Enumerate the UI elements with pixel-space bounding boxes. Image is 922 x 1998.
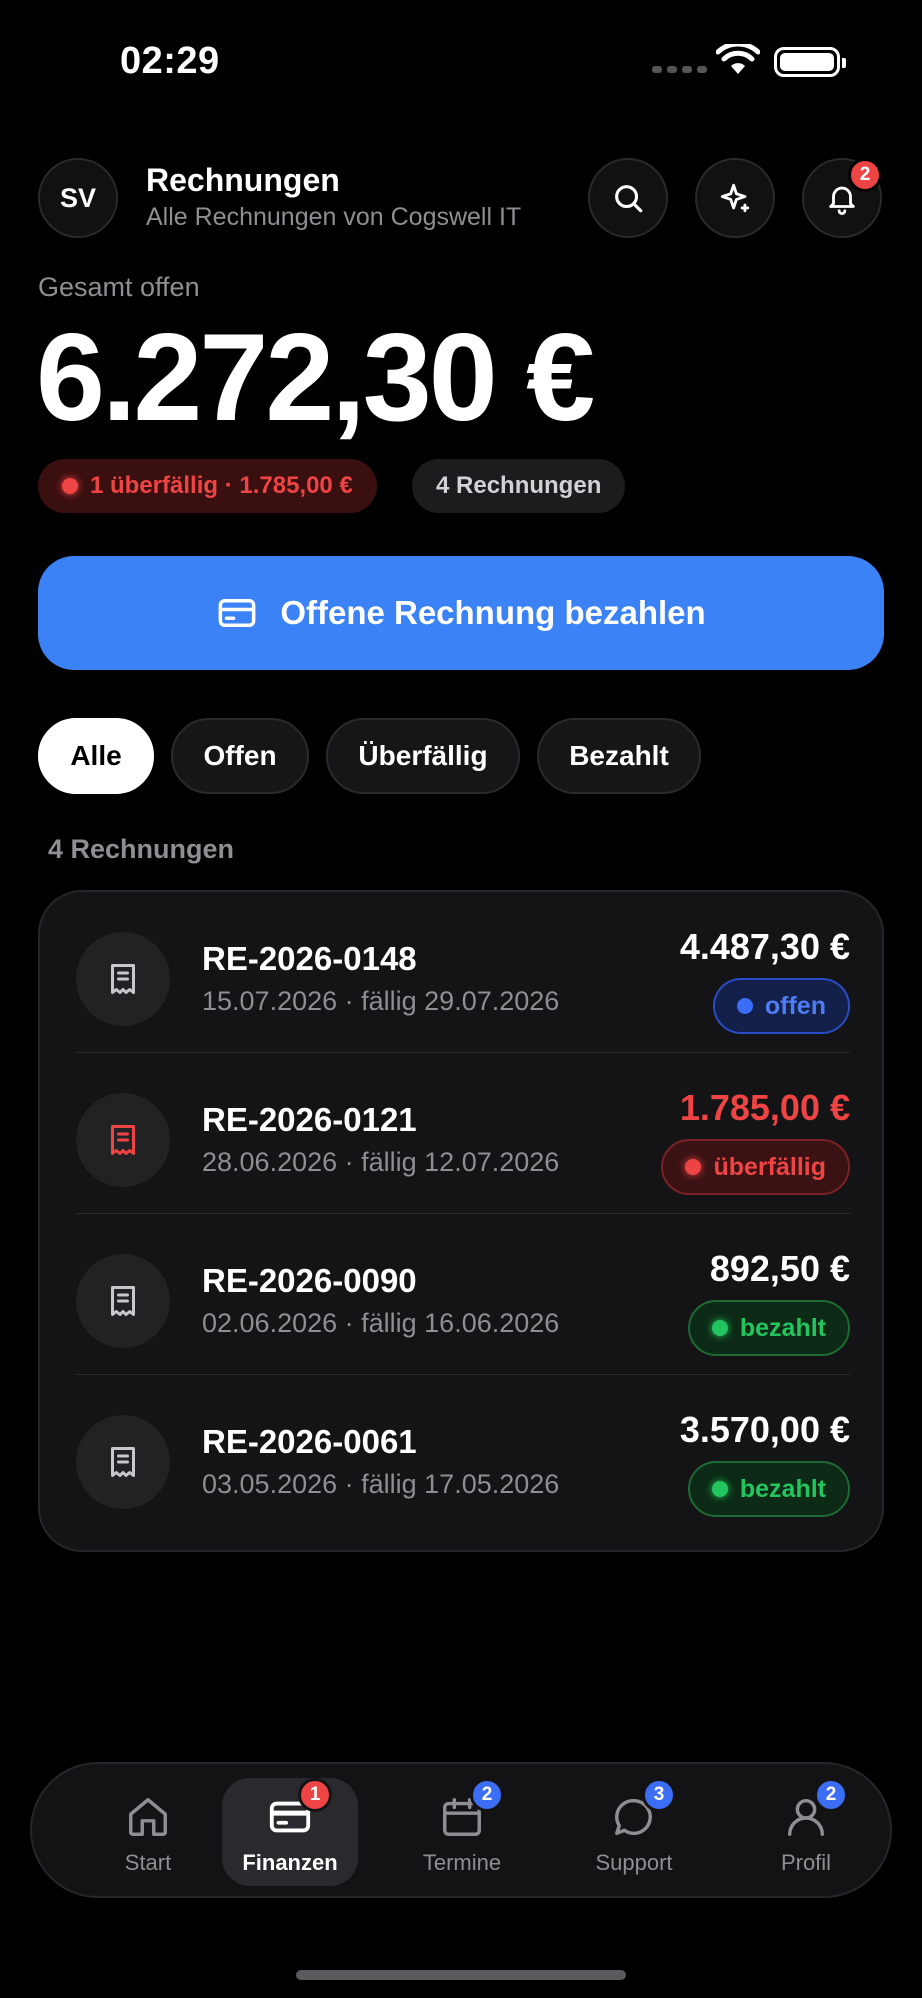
tab-finanzen[interactable]: Finanzen 1 (222, 1778, 358, 1886)
status-badge: offen (712, 978, 850, 1034)
battery-icon (774, 47, 846, 77)
status-bar: 02:29 (0, 0, 922, 120)
tab-label: Profil (780, 1850, 832, 1875)
tab-badge: 2 (470, 1778, 504, 1812)
home-indicator[interactable] (296, 1970, 626, 1980)
filter-paid[interactable]: Bezahlt (537, 718, 701, 794)
tab-start[interactable]: Start (80, 1778, 216, 1886)
overdue-pill-label: 1 überfällig · 1.785,00 € (90, 472, 353, 499)
invoice-amount: 4.487,30 € (679, 926, 850, 967)
invoice-count-label: 4 Rechnungen (436, 472, 602, 499)
invoice-icon-wrap (76, 1254, 170, 1348)
status-label: bezahlt (739, 1313, 826, 1342)
status-label: bezahlt (739, 1474, 826, 1503)
status-dot-icon (736, 998, 753, 1014)
invoice-dates: 02.06.2026 · fällig 16.06.2026 (202, 1308, 560, 1338)
receipt-icon (111, 1286, 135, 1316)
invoice-count-pill: 4 Rechnungen (412, 459, 626, 513)
status-badge: bezahlt (687, 1300, 850, 1356)
tab-badge: 2 (814, 1778, 848, 1812)
filter-open[interactable]: Offen (171, 718, 309, 794)
total-label: Gesamt offen (38, 272, 200, 302)
tab-label: Finanzen (242, 1850, 338, 1875)
invoice-dates: 28.06.2026 · fällig 12.07.2026 (202, 1147, 560, 1177)
search-button[interactable] (588, 158, 668, 238)
sparkle-icon (720, 183, 750, 213)
page-title: Rechnungen (146, 162, 340, 198)
avatar[interactable]: SV (38, 158, 118, 238)
page-subtitle: Alle Rechnungen von Cogswell IT (146, 203, 522, 231)
invoice-row[interactable]: RE-2026-0121 28.06.2026 · fällig 12.07.2… (40, 1053, 882, 1214)
cellular-signal-icon (652, 66, 707, 73)
tab-badge: 3 (642, 1778, 676, 1812)
invoice-icon-wrap (76, 1093, 170, 1187)
invoice-number: RE-2026-0121 (202, 1101, 417, 1138)
tab-label: Support (595, 1850, 673, 1875)
status-badge: bezahlt (687, 1461, 850, 1517)
status-dot-icon (711, 1320, 728, 1336)
invoice-amount: 1.785,00 € (679, 1087, 850, 1128)
page-header: SV Rechnungen Alle Rechnungen von Cogswe… (38, 158, 884, 238)
total-amount: 6.272,30 € (36, 309, 595, 447)
filter-all[interactable]: Alle (38, 718, 154, 794)
status-time: 02:29 (120, 40, 220, 82)
overdue-pill[interactable]: 1 überfällig · 1.785,00 € (38, 459, 377, 513)
invoice-number: RE-2026-0090 (202, 1262, 417, 1299)
invoice-dates: 03.05.2026 · fällig 17.05.2026 (202, 1469, 560, 1499)
pay-button-label: Offene Rechnung bezahlen (280, 594, 706, 631)
pay-open-invoice-button[interactable]: Offene Rechnung bezahlen (38, 556, 884, 670)
home-icon (129, 1798, 167, 1836)
filter-overdue[interactable]: Überfällig (326, 718, 520, 794)
header-text: Rechnungen Alle Rechnungen von Cogswell … (146, 162, 521, 232)
status-label: offen (764, 991, 826, 1020)
wifi-icon (716, 44, 760, 74)
invoice-row[interactable]: RE-2026-0148 15.07.2026 · fällig 29.07.2… (40, 892, 882, 1053)
invoice-number: RE-2026-0061 (202, 1423, 417, 1460)
receipt-icon (111, 1447, 135, 1477)
invoice-list: RE-2026-0148 15.07.2026 · fällig 29.07.2… (38, 890, 884, 1552)
bottom-tab-bar: Start Finanzen 1 Termine 2 Support 3 Pro… (30, 1762, 892, 1898)
ai-assistant-button[interactable] (695, 158, 775, 238)
tab-badge: 1 (298, 1778, 332, 1812)
invoice-amount: 892,50 € (709, 1248, 850, 1289)
status-badge: überfällig (661, 1139, 850, 1195)
invoice-icon-wrap (76, 932, 170, 1026)
tab-support[interactable]: Support 3 (566, 1778, 702, 1886)
search-icon (615, 185, 643, 213)
list-count-label: 4 Rechnungen (48, 834, 235, 864)
receipt-icon (111, 964, 135, 994)
notification-badge: 2 (848, 158, 882, 192)
tab-termine[interactable]: Termine 2 (394, 1778, 530, 1886)
receipt-icon (111, 1125, 135, 1155)
notifications-button[interactable]: 2 (802, 158, 882, 238)
overdue-dot-icon (62, 478, 78, 494)
status-label: überfällig (713, 1152, 826, 1181)
invoice-amount: 3.570,00 € (679, 1409, 850, 1450)
tab-profil[interactable]: Profil 2 (738, 1778, 874, 1886)
invoice-icon-wrap (76, 1415, 170, 1509)
invoice-row[interactable]: RE-2026-0061 03.05.2026 · fällig 17.05.2… (40, 1375, 882, 1536)
status-dot-icon (685, 1159, 702, 1175)
status-dot-icon (711, 1481, 728, 1497)
invoice-number: RE-2026-0148 (202, 940, 417, 977)
invoice-row[interactable]: RE-2026-0090 02.06.2026 · fällig 16.06.2… (40, 1214, 882, 1375)
tab-label: Termine (422, 1850, 502, 1875)
invoice-dates: 15.07.2026 · fällig 29.07.2026 (202, 986, 560, 1016)
tab-label: Start (124, 1850, 172, 1875)
credit-card-icon (218, 599, 256, 627)
